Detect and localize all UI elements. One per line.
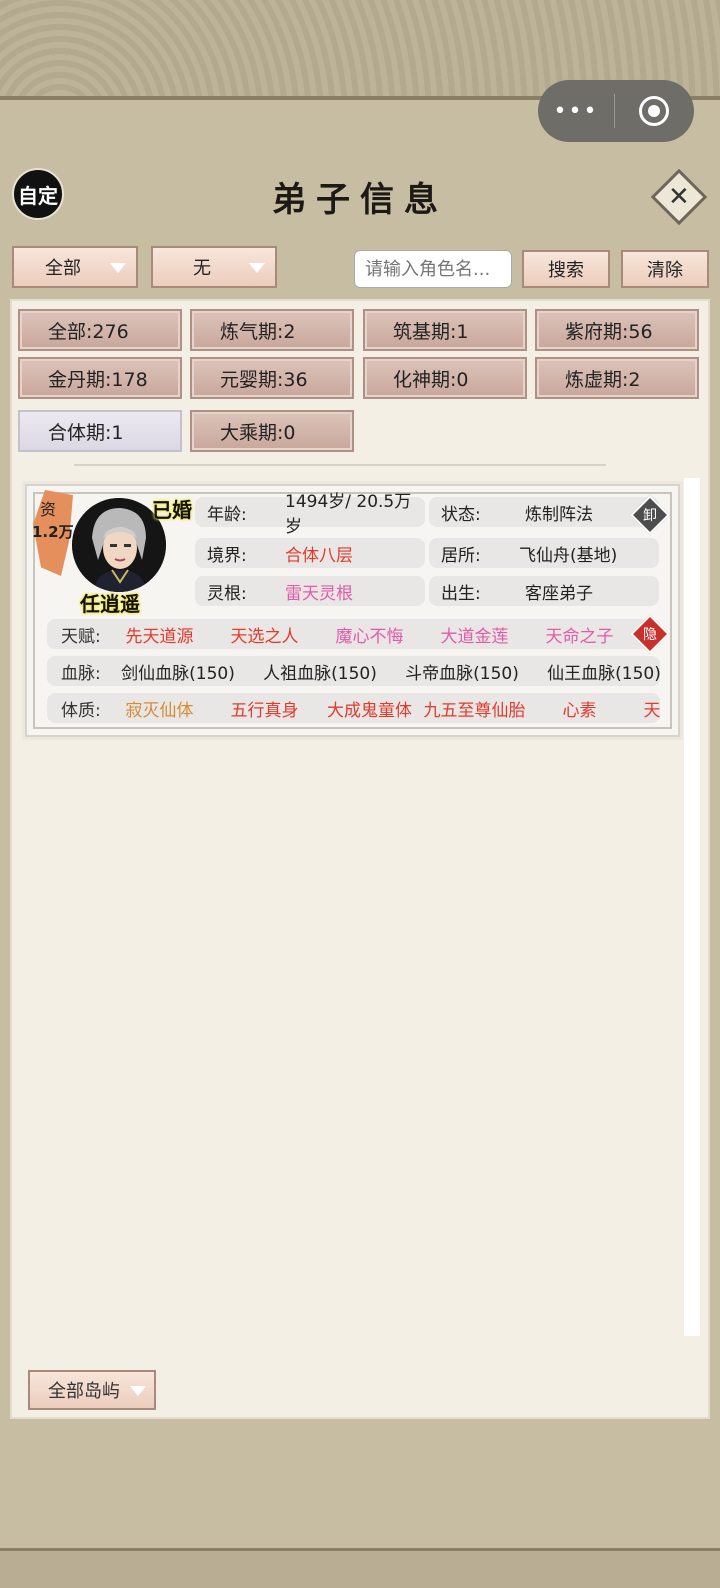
bloodline-row: 血脉: 剑仙血脉(150) 人祖血脉(150) 斗帝血脉(150) 仙王血脉(1… [47,656,660,686]
talent-item: 先天道源 [125,626,194,647]
stat-jindan[interactable]: 金丹期:178 [18,357,182,399]
scrollbar[interactable] [684,478,700,1336]
physique-item: 心素 [562,700,597,721]
secondary-filter-dropdown[interactable]: 无 [151,246,277,288]
stat-huashen[interactable]: 化神期:0 [363,357,527,399]
talent-item: 魔心不悔 [335,626,404,647]
age-value: 1494岁/ 20.5万岁 [285,492,412,537]
realm-value: 合体八层 [285,545,353,566]
talent-item: 天选之人 [230,626,299,647]
stat-lianqi[interactable]: 炼气期:2 [190,309,354,351]
root-field: 灵根: 雷天灵根 [195,576,425,606]
stat-dacheng[interactable]: 大乘期:0 [190,410,354,452]
miniprogram-capsule: ••• [538,80,694,142]
physique-item: 寂灭仙体 [125,700,194,721]
talent-item: 天命之子 [545,626,614,647]
bloodline-item: 斗帝血脉(150) [405,663,519,684]
stat-lianxu[interactable]: 炼虚期:2 [535,357,699,399]
island-filter-dropdown[interactable]: 全部岛屿 [28,1370,156,1410]
talent-item: 大道金莲 [440,626,509,647]
origin-value: 客座弟子 [525,583,593,604]
divider [74,464,606,466]
disciple-name: 任逍遥 [80,592,140,616]
close-icon: ✕ [668,181,690,212]
stat-zifu[interactable]: 紫府期:56 [535,309,699,351]
physique-item: 五行真身 [230,700,299,721]
bloodline-item: 人祖血脉(150) [263,663,377,684]
stat-heti[interactable]: 合体期:1 [18,410,182,452]
residence-value: 飞仙舟(基地) [519,545,618,566]
clear-button[interactable]: 清除 [621,250,709,288]
married-badge: 已婚 [152,498,192,522]
bloodline-item: 剑仙血脉(150) [121,663,235,684]
chevron-down-icon [110,263,126,273]
state-field: 状态: 炼制阵法 [429,497,659,527]
realm-field: 境界: 合体八层 [195,538,425,568]
aptitude-label: 资 [40,500,57,519]
stat-yuanying[interactable]: 元婴期:36 [190,357,354,399]
bloodline-item: 仙王血脉(150) [547,663,660,684]
talent-row: 天赋: 先天道源 天选之人 魔心不悔 大道金莲 天命之子 [47,619,660,649]
residence-field: 居所: 飞仙舟(基地) [429,538,659,568]
origin-field: 出生: 客座弟子 [429,576,659,606]
chevron-down-icon [249,263,265,273]
footer-decoration [0,1548,720,1588]
close-button[interactable]: ✕ [650,168,708,226]
aptitude-value: 1.2万 [32,523,74,541]
physique-item: 天 [643,700,661,721]
stat-zhuji[interactable]: 筑基期:1 [363,309,527,351]
physique-item: 九五至尊仙胎 [423,700,526,721]
close-miniprogram-icon[interactable] [615,96,693,126]
search-button[interactable]: 搜索 [522,250,610,288]
physique-item: 大成鬼童体 [327,700,412,721]
root-value: 雷天灵根 [285,583,353,604]
disciple-panel [10,299,710,1419]
more-icon[interactable]: ••• [538,99,614,124]
search-input[interactable] [354,250,512,288]
stat-all[interactable]: 全部:276 [18,309,182,351]
chevron-down-icon [130,1386,146,1396]
realm-filter-dropdown[interactable]: 全部 [12,246,138,288]
age-field: 年龄: 1494岁/ 20.5万岁 [195,492,425,537]
physique-row: 体质: 寂灭仙体 五行真身 大成鬼童体 九五至尊仙胎 心素 天 [47,693,660,723]
page-title: 弟子信息 [272,180,448,220]
